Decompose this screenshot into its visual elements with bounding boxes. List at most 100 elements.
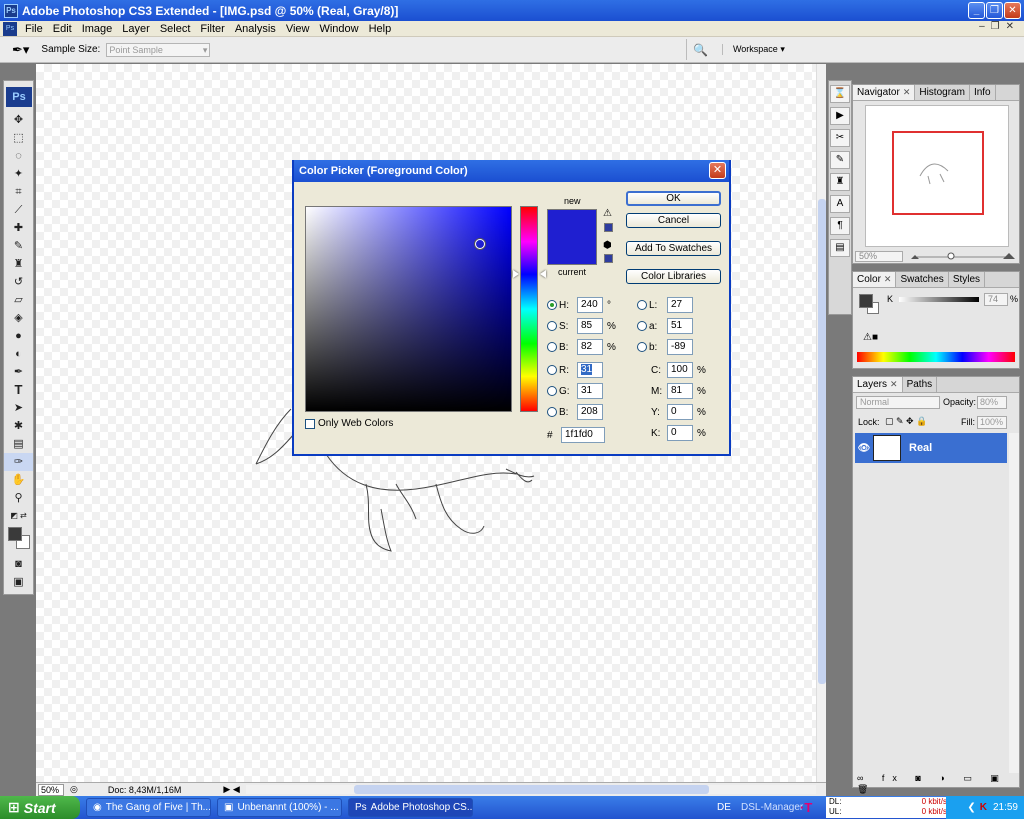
tab-layers[interactable]: Layers ✕ (853, 377, 903, 392)
menu-help[interactable]: Help (364, 23, 397, 35)
dialog-close-button[interactable]: ✕ (709, 162, 726, 179)
k-value-field[interactable]: 74 (984, 293, 1008, 306)
tab-close-icon[interactable]: ✕ (884, 274, 892, 285)
blend-mode-select[interactable]: Normal (856, 396, 940, 409)
brightness-radio[interactable] (547, 342, 557, 352)
menu-window[interactable]: Window (314, 23, 363, 35)
shape-tool-icon[interactable]: ✱ (4, 417, 33, 435)
color-field-cursor[interactable] (475, 239, 485, 249)
swap-colors-icon[interactable]: ◩ ⇄ (4, 507, 33, 525)
layer-comps-icon[interactable]: ▤ (830, 239, 850, 257)
tab-navigator[interactable]: Navigator ✕ (853, 85, 916, 100)
tray-arrow-icon[interactable]: ❮ (967, 802, 975, 813)
lab-a-input[interactable]: 51 (667, 318, 693, 334)
lab-b-radio[interactable] (637, 342, 647, 352)
status-icon[interactable]: ◎ (70, 784, 78, 795)
slice-tool-icon[interactable]: ⟋ (4, 201, 33, 219)
notes-tool-icon[interactable]: ▤ (4, 435, 33, 453)
green-input[interactable]: 31 (577, 383, 603, 399)
history-brush-tool-icon[interactable]: ↺ (4, 273, 33, 291)
horizontal-scroll-thumb[interactable] (354, 785, 709, 794)
dsl-manager-label[interactable]: DSL-Manager (741, 802, 803, 813)
paint-bucket-tool-icon[interactable]: ◈ (4, 309, 33, 327)
layers-footer-icons[interactable]: ∞ fx ◙ ◑ ▭ ▣ 🗑 (857, 773, 1017, 795)
tab-close-icon[interactable]: ✕ (903, 87, 911, 98)
blue-radio[interactable] (547, 407, 557, 417)
clone-stamp-tool-icon[interactable]: ♜ (4, 255, 33, 273)
gamut-color-swatch[interactable] (604, 223, 613, 232)
red-radio[interactable] (547, 365, 557, 375)
actions-icon[interactable]: ▶ (830, 107, 850, 125)
history-icon[interactable]: ⌛ (830, 85, 850, 103)
document-icon[interactable]: Ps (3, 21, 17, 36)
hex-input[interactable]: 1f1fd0 (561, 427, 605, 443)
navigator-zoom-field[interactable]: 50% (855, 251, 903, 262)
menu-layer[interactable]: Layer (117, 23, 155, 35)
panel-foreground-swatch[interactable] (859, 294, 873, 308)
foreground-color-swatch[interactable] (8, 527, 22, 541)
blur-tool-icon[interactable]: ● (4, 327, 33, 345)
tool-presets-icon[interactable]: ✂ (830, 129, 850, 147)
tab-info[interactable]: Info (970, 85, 996, 100)
minimize-button[interactable]: _ (968, 2, 985, 19)
hue-radio[interactable] (547, 300, 557, 310)
foreground-background-colors[interactable] (4, 525, 33, 555)
lasso-tool-icon[interactable]: ◌ (4, 147, 33, 165)
magenta-input[interactable]: 81 (667, 383, 693, 399)
lab-a-radio[interactable] (637, 321, 647, 331)
eyedropper-preset-icon[interactable]: ✒▾ (12, 42, 29, 58)
zoom-tool-icon[interactable]: ⚲ (4, 489, 33, 507)
hue-slider-left-arrow[interactable] (513, 270, 519, 278)
task-firefox[interactable]: ◉ The Gang of Five | Th... (86, 798, 211, 817)
tab-close-icon[interactable]: ✕ (890, 379, 898, 390)
brushes-icon[interactable]: ✎ (830, 151, 850, 169)
vertical-scroll-thumb[interactable] (818, 199, 826, 684)
tab-histogram[interactable]: Histogram (915, 85, 970, 100)
fill-field[interactable]: 100% (977, 416, 1007, 429)
tab-paths[interactable]: Paths (903, 377, 938, 392)
yellow-input[interactable]: 0 (667, 404, 693, 420)
eyedropper-tool-icon[interactable]: ✑ (4, 453, 33, 471)
vertical-scrollbar[interactable] (816, 64, 826, 782)
paragraph-icon[interactable]: ¶ (830, 217, 850, 235)
navigator-zoom-slider[interactable] (909, 251, 1017, 261)
color-libraries-button[interactable]: Color Libraries (626, 269, 721, 284)
lab-l-input[interactable]: 27 (667, 297, 693, 313)
gamut-warning-icon[interactable]: ⚠ (603, 208, 612, 219)
telekom-icon[interactable]: ·T (800, 800, 812, 815)
task-paint[interactable]: ▣ Unbenannt (100%) - ... (217, 798, 342, 817)
only-web-colors-checkbox[interactable] (305, 418, 315, 429)
menu-filter[interactable]: Filter (195, 23, 229, 35)
brush-tool-icon[interactable]: ✎ (4, 237, 33, 255)
zoom-field[interactable]: 50% (38, 783, 64, 796)
layer-row[interactable]: 👁 Real (855, 433, 1007, 463)
cyan-input[interactable]: 100 (667, 362, 693, 378)
tab-swatches[interactable]: Swatches (896, 272, 949, 287)
clone-source-icon[interactable]: ♜ (830, 173, 850, 191)
blue-input[interactable]: 208 (577, 404, 603, 420)
path-selection-tool-icon[interactable]: ➤ (4, 399, 33, 417)
menu-view[interactable]: View (281, 23, 315, 35)
k-slider[interactable] (899, 297, 979, 302)
dodge-tool-icon[interactable]: ◐ (4, 345, 33, 363)
ok-button[interactable]: OK (626, 191, 721, 206)
document-window-controls[interactable]: –❐✕ (979, 21, 1020, 32)
web-safe-cube-icon[interactable]: ⬢ (603, 240, 612, 251)
hue-input[interactable]: 240 (577, 297, 603, 313)
color-ramp[interactable] (857, 352, 1015, 362)
close-button[interactable]: ✕ (1004, 2, 1021, 19)
lock-icons[interactable]: ▢ ✎ ✥ 🔒 (885, 416, 927, 427)
workspace-button[interactable]: Workspace ▾ (721, 44, 785, 55)
saturation-radio[interactable] (547, 321, 557, 331)
menu-analysis[interactable]: Analysis (230, 23, 281, 35)
layers-scrollbar[interactable] (1009, 433, 1019, 773)
character-icon[interactable]: A (830, 195, 850, 213)
hand-tool-icon[interactable]: ✋ (4, 471, 33, 489)
black-input[interactable]: 0 (667, 425, 693, 441)
saturation-input[interactable]: 85 (577, 318, 603, 334)
tray-k-icon[interactable]: K (980, 802, 987, 813)
healing-brush-tool-icon[interactable]: ✚ (4, 219, 33, 237)
brightness-input[interactable]: 82 (577, 339, 603, 355)
tab-color[interactable]: Color ✕ (853, 272, 897, 287)
web-color-swatch[interactable] (604, 254, 613, 263)
